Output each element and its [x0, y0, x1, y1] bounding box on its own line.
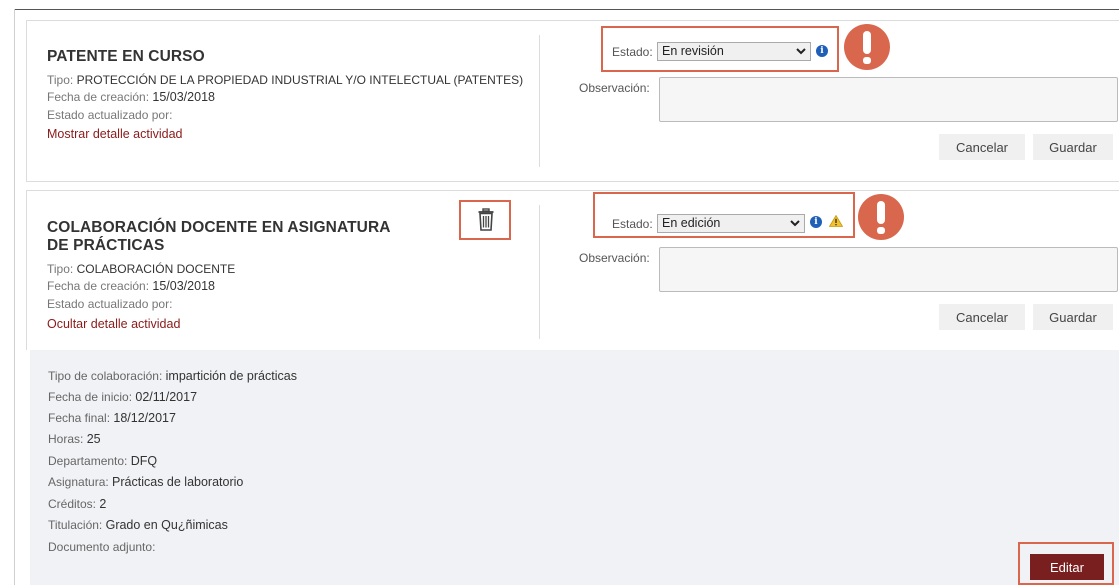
estado-label: Estado: — [612, 217, 653, 231]
save-button[interactable]: Guardar — [1033, 304, 1113, 330]
detail-row-creditos: Créditos: 2 — [48, 497, 107, 511]
info-icon[interactable]: i — [810, 216, 822, 228]
detail-row-fecha-inicio: Fecha de inicio: 02/11/2017 — [48, 390, 198, 404]
chevron-down-icon — [796, 48, 806, 55]
activity-card-patente: PATENTE EN CURSO Tipo: PROTECCIÓN DE LA … — [26, 20, 1119, 182]
column-divider — [539, 205, 540, 339]
left-divider — [14, 9, 15, 585]
delete-highlight — [459, 200, 511, 240]
detail-row-horas: Horas: 25 — [48, 432, 101, 446]
observacion-label: Observación: — [579, 81, 650, 95]
cancel-button[interactable]: Cancelar — [939, 304, 1025, 330]
save-button[interactable]: Guardar — [1033, 134, 1113, 160]
top-divider — [14, 9, 1119, 10]
detail-row-fecha-final: Fecha final: 18/12/2017 — [48, 411, 176, 425]
toggle-detail-link[interactable]: Mostrar detalle actividad — [47, 127, 182, 141]
observacion-label: Observación: — [579, 251, 650, 265]
detail-row-documento-adjunto: Documento adjunto: — [48, 540, 156, 554]
observacion-field[interactable] — [659, 247, 1118, 292]
column-divider — [539, 35, 540, 167]
estado-select[interactable]: En revisión — [657, 42, 811, 61]
detail-row-tipo-colaboracion: Tipo de colaboración: impartición de prá… — [48, 369, 297, 383]
trash-icon[interactable] — [478, 208, 494, 232]
activity-fecha-creacion: Fecha de creación: 15/03/2018 — [47, 90, 215, 104]
detail-row-departamento: Departamento: DFQ — [48, 454, 158, 468]
toggle-detail-link[interactable]: Ocultar detalle actividad — [47, 317, 180, 331]
activity-estado-actualizado: Estado actualizado por: — [47, 297, 173, 311]
info-icon[interactable]: i — [816, 45, 828, 57]
estado-label: Estado: — [612, 45, 653, 59]
activity-tipo: Tipo: COLABORACIÓN DOCENTE — [47, 262, 236, 276]
alert-icon — [858, 194, 904, 240]
detail-row-titulacion: Titulación: Grado en Qu¿ñimicas — [48, 518, 228, 532]
warning-icon — [829, 215, 843, 227]
detail-row-asignatura: Asignatura: Prácticas de laboratorio — [48, 475, 244, 489]
activity-fecha-creacion: Fecha de creación: 15/03/2018 — [47, 279, 215, 293]
activity-card-colaboracion: COLABORACIÓN DOCENTE EN ASIGNATURA DE PR… — [26, 190, 1119, 350]
edit-highlight: Editar — [1018, 542, 1114, 585]
edit-button[interactable]: Editar — [1030, 554, 1104, 580]
activity-estado-actualizado: Estado actualizado por: — [47, 108, 173, 122]
alert-icon — [844, 24, 890, 70]
activity-detail-panel: Tipo de colaboración: impartición de prá… — [30, 350, 1119, 585]
chevron-down-icon — [790, 220, 800, 227]
observacion-field[interactable] — [659, 77, 1118, 122]
activity-title: COLABORACIÓN DOCENTE EN ASIGNATURA DE PR… — [47, 219, 391, 254]
cancel-button[interactable]: Cancelar — [939, 134, 1025, 160]
activity-title: PATENTE EN CURSO — [47, 48, 205, 65]
activity-tipo: Tipo: PROTECCIÓN DE LA PROPIEDAD INDUSTR… — [47, 73, 524, 87]
estado-select[interactable]: En edición — [657, 214, 805, 233]
